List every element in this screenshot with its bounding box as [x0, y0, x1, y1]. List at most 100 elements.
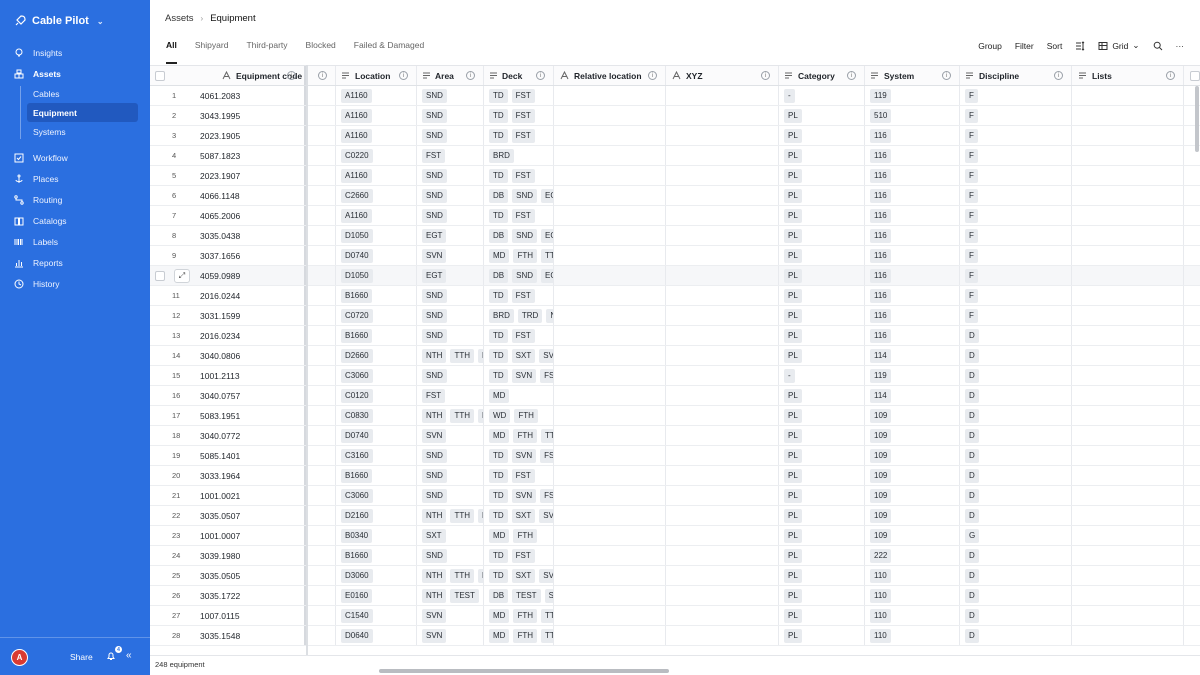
location-cell[interactable]: B0340 [336, 526, 417, 545]
system-cell[interactable]: 119 [865, 86, 960, 105]
deck-cell[interactable]: DBSNDEGT [484, 266, 554, 285]
column-header-extra[interactable]: i [306, 66, 336, 85]
info-icon[interactable]: i [1054, 71, 1063, 80]
tab-all[interactable]: All [166, 40, 177, 64]
lists-cell[interactable] [1072, 246, 1184, 265]
deck-cell[interactable]: DBSNDEGT [484, 186, 554, 205]
location-cell[interactable]: B1660 [336, 286, 417, 305]
deck-cell[interactable]: TD FST [484, 126, 554, 145]
location-cell[interactable]: D3060 [336, 566, 417, 585]
lists-cell[interactable] [1072, 446, 1184, 465]
lists-cell[interactable] [1072, 306, 1184, 325]
share-button[interactable]: Share [70, 652, 93, 662]
system-cell[interactable]: 109 [865, 466, 960, 485]
lists-cell[interactable] [1072, 166, 1184, 185]
select-all-checkbox[interactable] [150, 66, 170, 85]
deck-cell[interactable]: TD FST [484, 326, 554, 345]
sidebar-item-history[interactable]: History [0, 273, 150, 294]
deck-cell[interactable]: TDSVNFST [484, 486, 554, 505]
lists-cell[interactable] [1072, 506, 1184, 525]
category-cell[interactable]: - [779, 86, 865, 105]
area-cell[interactable]: SND [417, 166, 484, 185]
xyz-cell[interactable] [666, 426, 779, 445]
location-cell[interactable]: A1160 [336, 86, 417, 105]
column-header-lists[interactable]: Lists i [1072, 66, 1184, 85]
category-cell[interactable]: PL [779, 266, 865, 285]
column-header-equipment-code[interactable]: Equipment code i [198, 66, 306, 85]
equipment-code-cell[interactable]: 3040.0757 [198, 386, 306, 405]
lists-cell[interactable] [1072, 386, 1184, 405]
system-cell[interactable]: 116 [865, 246, 960, 265]
discipline-cell[interactable]: D [960, 606, 1072, 625]
vertical-scrollbar[interactable] [1195, 86, 1199, 152]
category-cell[interactable]: PL [779, 466, 865, 485]
category-cell[interactable]: PL [779, 246, 865, 265]
equipment-code-cell[interactable]: 5083.1951 [198, 406, 306, 425]
location-cell[interactable]: C1540 [336, 606, 417, 625]
area-cell[interactable]: NTHTTHD [417, 346, 484, 365]
discipline-cell[interactable]: D [960, 406, 1072, 425]
relative-location-cell[interactable] [554, 386, 666, 405]
system-cell[interactable]: 116 [865, 226, 960, 245]
equipment-code-cell[interactable]: 2016.0244 [198, 286, 306, 305]
area-cell[interactable]: SVN [417, 246, 484, 265]
xyz-cell[interactable] [666, 86, 779, 105]
equipment-code-cell[interactable]: 4061.2083 [198, 86, 306, 105]
xyz-cell[interactable] [666, 266, 779, 285]
relative-location-cell[interactable] [554, 426, 666, 445]
discipline-cell[interactable]: D [960, 546, 1072, 565]
category-cell[interactable]: PL [779, 226, 865, 245]
location-cell[interactable]: C0120 [336, 386, 417, 405]
equipment-code-cell[interactable]: 5087.1823 [198, 146, 306, 165]
relative-location-cell[interactable] [554, 206, 666, 225]
location-cell[interactable]: E0160 [336, 586, 417, 605]
deck-cell[interactable]: MD FTH [484, 526, 554, 545]
deck-cell[interactable]: TD FST [484, 286, 554, 305]
tab-failed-damaged[interactable]: Failed & Damaged [354, 40, 424, 58]
system-cell[interactable]: 510 [865, 106, 960, 125]
category-cell[interactable]: PL [779, 566, 865, 585]
xyz-cell[interactable] [666, 206, 779, 225]
xyz-cell[interactable] [666, 386, 779, 405]
column-header-checkbox-field[interactable] [1184, 66, 1200, 85]
xyz-cell[interactable] [666, 526, 779, 545]
category-cell[interactable]: - [779, 366, 865, 385]
info-icon[interactable]: i [648, 71, 657, 80]
discipline-cell[interactable]: F [960, 286, 1072, 305]
column-header-system[interactable]: System i [865, 66, 960, 85]
discipline-cell[interactable]: D [960, 626, 1072, 645]
discipline-cell[interactable]: D [960, 366, 1072, 385]
xyz-cell[interactable] [666, 606, 779, 625]
equipment-code-cell[interactable]: 1001.0021 [198, 486, 306, 505]
xyz-cell[interactable] [666, 566, 779, 585]
sort-button[interactable]: Sort [1047, 41, 1063, 51]
lists-cell[interactable] [1072, 546, 1184, 565]
location-cell[interactable]: C0720 [336, 306, 417, 325]
discipline-cell[interactable]: F [960, 266, 1072, 285]
relative-location-cell[interactable] [554, 146, 666, 165]
xyz-cell[interactable] [666, 106, 779, 125]
area-cell[interactable]: SND [417, 106, 484, 125]
deck-cell[interactable]: TDSXTSVN [484, 346, 554, 365]
lists-cell[interactable] [1072, 326, 1184, 345]
xyz-cell[interactable] [666, 346, 779, 365]
discipline-cell[interactable]: D [960, 446, 1072, 465]
area-cell[interactable]: SND [417, 446, 484, 465]
system-cell[interactable]: 109 [865, 426, 960, 445]
lists-cell[interactable] [1072, 226, 1184, 245]
equipment-code-cell[interactable]: 3035.1548 [198, 626, 306, 645]
area-cell[interactable]: EGT [417, 266, 484, 285]
filter-button[interactable]: Filter [1015, 41, 1034, 51]
category-cell[interactable]: PL [779, 506, 865, 525]
more-icon[interactable]: ··· [1176, 41, 1185, 51]
area-cell[interactable]: SND [417, 366, 484, 385]
location-cell[interactable]: C0220 [336, 146, 417, 165]
xyz-cell[interactable] [666, 226, 779, 245]
discipline-cell[interactable]: F [960, 206, 1072, 225]
category-cell[interactable]: PL [779, 586, 865, 605]
lists-cell[interactable] [1072, 346, 1184, 365]
system-cell[interactable]: 110 [865, 586, 960, 605]
discipline-cell[interactable]: F [960, 186, 1072, 205]
location-cell[interactable]: C2660 [336, 186, 417, 205]
category-cell[interactable]: PL [779, 106, 865, 125]
